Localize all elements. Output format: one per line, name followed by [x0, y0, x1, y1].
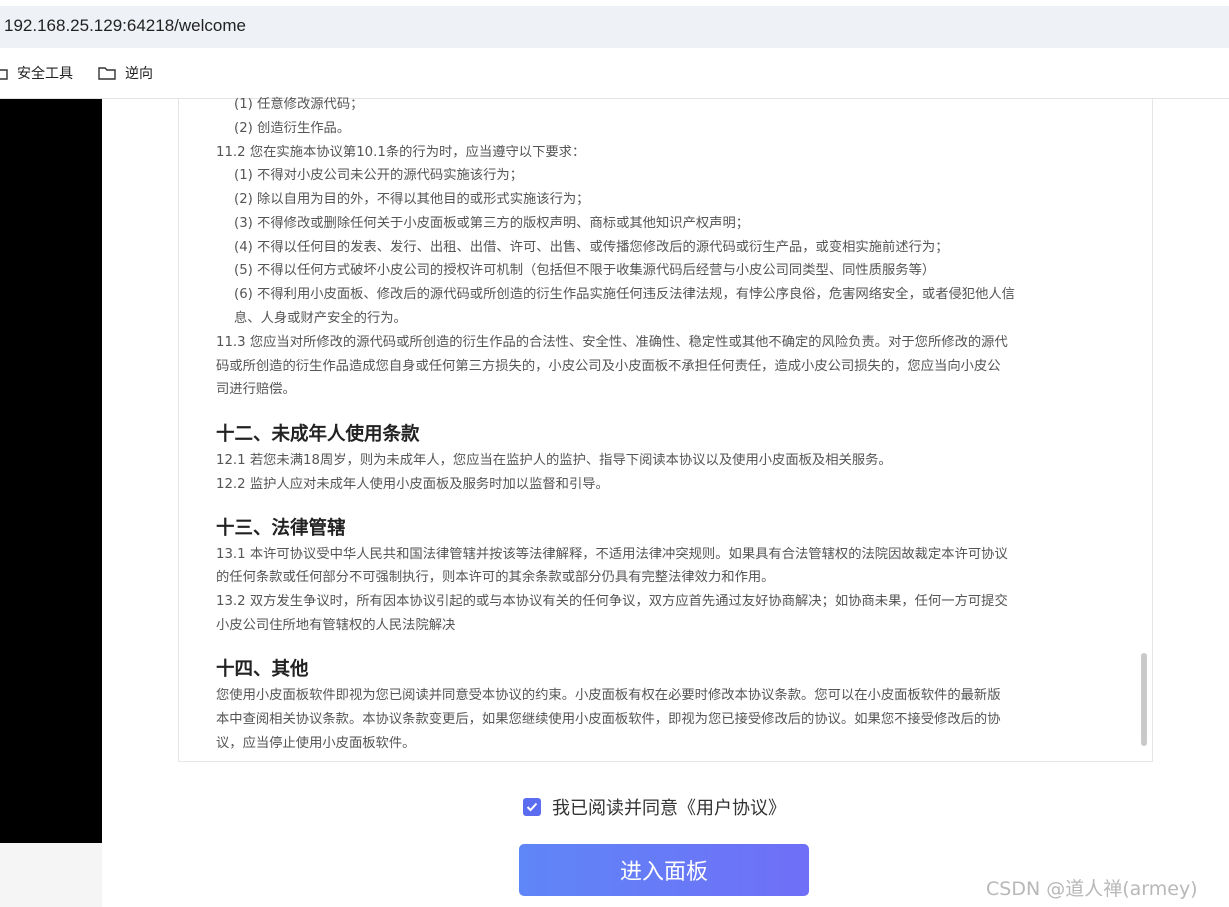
agreement-line: 11.2 您在实施本协议第10.1条的行为时，应当遵守以下要求：	[216, 145, 586, 160]
agreement-line: (1) 任意修改源代码；	[234, 97, 364, 112]
agreement-line: 司进行赔偿。	[216, 382, 296, 397]
agreement-line: 的任何条款或任何部分不可强制执行，则本许可的其余条款或部分仍具有完整法律效力和作…	[216, 570, 775, 585]
agreement-line: (4) 不得以任何目的发表、发行、出租、出借、许可、出售、或传播您修改后的源代码…	[234, 240, 949, 255]
agreement-line: 码或所创造的衍生作品造成您自身或任何第三方损失的，小皮公司及小皮面板不承担任何责…	[216, 359, 1001, 374]
folder-icon	[98, 67, 116, 80]
section-heading: 十三、法律管辖	[216, 518, 346, 539]
agreement-line: (2) 创造衍生作品。	[234, 121, 351, 136]
agreement-line: 12.2 监护人应对未成年人使用小皮面板及服务时加以监督和引导。	[216, 477, 609, 492]
bottom-left-region	[0, 843, 102, 907]
bookmark-folder-reverse[interactable]: 逆向	[98, 63, 153, 83]
folder-icon	[0, 69, 8, 80]
address-bar[interactable]: 192.168.25.129:64218/welcome	[0, 6, 1229, 48]
agreement-line: (3) 不得修改或删除任何关于小皮面板或第三方的版权声明、商标或其他知识产权声明…	[234, 216, 750, 231]
agreement-line: 本中查阅相关协议条款。本协议条款变更后，如果您继续使用小皮面板软件，即视为您已接…	[216, 712, 1001, 727]
agreement-line: 议，应当停止使用小皮面板软件。	[216, 736, 416, 751]
agree-checkbox-row[interactable]: 我已阅读并同意《用户协议》	[523, 794, 786, 820]
agreement-line: 11.3 您应当对所修改的源代码或所创造的衍生作品的合法性、安全性、准确性、稳定…	[216, 335, 1008, 350]
agreement-line: 小皮公司住所地有管辖权的人民法院解决	[216, 618, 456, 633]
bookmark-label: 安全工具	[17, 66, 73, 82]
agreement-scrollbar-thumb[interactable]	[1141, 653, 1147, 746]
agree-checkbox[interactable]	[523, 798, 541, 816]
section-heading: 十四、其他	[216, 659, 309, 680]
agreement-line: 息、人身或财产安全的行为。	[234, 311, 407, 326]
csdn-watermark: CSDN @道人禅(armey)	[986, 878, 1198, 900]
agree-label[interactable]: 我已阅读并同意《用户协议》	[552, 794, 786, 820]
agreement-line: 13.2 双方发生争议时，所有因本协议引起的或与本协议有关的任何争议，双方应首先…	[216, 594, 1008, 609]
agreement-line: (2) 除以自用为目的外，不得以其他目的或形式实施该行为；	[234, 192, 590, 207]
left-black-region	[0, 99, 102, 843]
agreement-line: (6) 不得利用小皮面板、修改后的源代码或所创造的衍生作品实施任何违反法律法规，…	[234, 287, 1015, 302]
agreement-line: 12.1 若您未满18周岁，则为未成年人，您应当在监护人的监护、指导下阅读本协议…	[216, 453, 892, 468]
bookmarks-bar: 安全工具 逆向	[0, 48, 1229, 99]
checkmark-icon	[526, 802, 538, 812]
enter-panel-button[interactable]: 进入面板	[519, 844, 809, 896]
url-text[interactable]: 192.168.25.129:64218/welcome	[4, 16, 246, 36]
bookmark-label: 逆向	[125, 66, 153, 82]
agreement-line: (5) 不得以任何方式破坏小皮公司的授权许可机制（包括但不限于收集源代码后经营与…	[234, 263, 936, 278]
agreement-line: (1) 不得对小皮公司未公开的源代码实施该行为；	[234, 168, 523, 183]
section-heading: 十二、未成年人使用条款	[216, 424, 420, 445]
agreement-line: 您使用小皮面板软件即视为您已阅读并同意受本协议的约束。小皮面板有权在必要时修改本…	[216, 688, 1001, 703]
bookmark-folder-security-tools[interactable]: 安全工具	[0, 63, 73, 83]
agreement-line: 13.1 本许可协议受中华人民共和国法律管辖并按该等法律解释，不适用法律冲突规则…	[216, 547, 1008, 562]
